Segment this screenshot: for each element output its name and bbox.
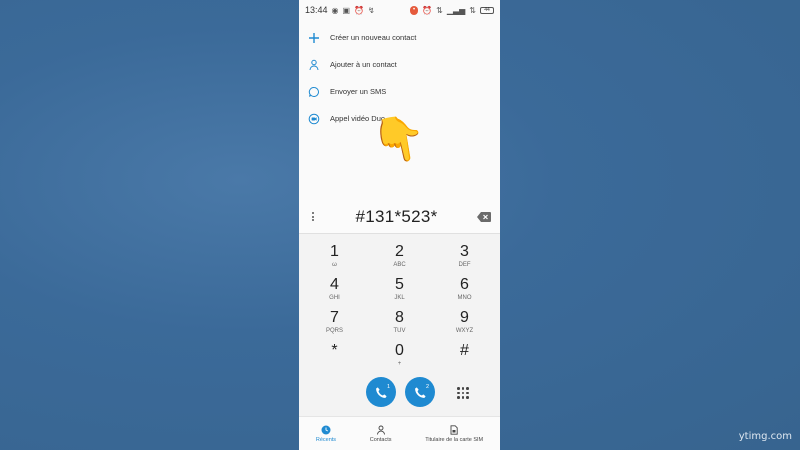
create-contact-action[interactable]: Créer un nouveau contact bbox=[299, 24, 500, 51]
pointing-hand-emoji: 👇 bbox=[368, 110, 431, 169]
status-badge-icon: • bbox=[410, 5, 419, 15]
call-sim1-button[interactable]: 1 bbox=[366, 377, 396, 407]
backspace-icon[interactable] bbox=[477, 211, 491, 222]
battery-icon: 44 bbox=[480, 6, 494, 14]
clock-icon bbox=[321, 425, 331, 434]
key-9[interactable]: 9 WXYZ bbox=[432, 306, 497, 339]
send-sms-action[interactable]: Envoyer un SMS bbox=[299, 78, 500, 105]
sim2-label: 2 bbox=[425, 384, 429, 390]
call-buttons-row: 1 2 bbox=[299, 375, 500, 409]
watermark: ytimg.com bbox=[738, 431, 792, 442]
message-icon bbox=[308, 86, 320, 98]
plus-icon bbox=[308, 32, 320, 44]
nav-label: Récents bbox=[315, 436, 337, 443]
number-display-row: #131*523* bbox=[299, 200, 500, 234]
action-label: Créer un nouveau contact bbox=[330, 33, 417, 42]
duo-video-icon bbox=[308, 113, 320, 125]
call-sim2-button[interactable]: 2 bbox=[405, 377, 435, 407]
nav-sim-owner[interactable]: Titulaire de la carte SIM bbox=[425, 424, 484, 443]
key-7[interactable]: 7 PQRS bbox=[302, 306, 367, 339]
key-8[interactable]: 8 TUV bbox=[367, 306, 432, 339]
key-star[interactable]: * bbox=[302, 339, 367, 372]
key-0[interactable]: 0 + bbox=[367, 339, 432, 372]
key-1[interactable]: 1ω bbox=[302, 240, 367, 273]
key-2[interactable]: 2 ABC bbox=[367, 240, 432, 273]
data-arrows-icon: ⇅ bbox=[436, 5, 443, 15]
nav-label: Contacts bbox=[369, 436, 392, 443]
signal-icon: ▁▃▅ bbox=[446, 5, 466, 15]
keypad: 1ω 2 ABC 3 DEF 4 GHI 5 JKL 6 MNO 7 PQRS 8 TUV 9… bbox=[299, 234, 500, 372]
dialer-panel: #131*523* 1ω 2 ABC 3 DEF 4 GHI 5 JKL 6 MNO 7P… bbox=[299, 200, 500, 450]
alarm-clock-icon: ⏰ bbox=[422, 5, 433, 15]
status-time: 13:44 bbox=[305, 5, 328, 15]
nav-contacts[interactable]: Contacts bbox=[370, 425, 392, 443]
dialed-number[interactable]: #131*523* bbox=[355, 207, 437, 227]
sim-card-icon bbox=[450, 424, 458, 435]
wifi-icon: ⇅ bbox=[469, 5, 476, 15]
bottom-navigation: Récents Contacts Titulaire de la carte S… bbox=[299, 416, 500, 450]
status-bar: 13:44 ◉ ▣ ⏰ ↯ • ⏰ ⇅ ▁▃▅ ⇅ 44 bbox=[299, 0, 500, 20]
notification-icon: ▣ bbox=[342, 5, 351, 15]
person-icon bbox=[376, 425, 385, 435]
signal-small-icon: ↯ bbox=[368, 5, 375, 15]
alarm-icon: ⏰ bbox=[354, 5, 365, 15]
key-hash[interactable]: # bbox=[432, 339, 497, 372]
sim1-label: 1 bbox=[386, 384, 390, 390]
location-icon: ◉ bbox=[331, 5, 339, 15]
nav-recents[interactable]: Récents bbox=[316, 425, 336, 443]
add-contact-icon bbox=[308, 59, 320, 71]
more-options-icon[interactable] bbox=[310, 212, 316, 221]
action-label: Ajouter à un contact bbox=[330, 60, 397, 69]
dialpad-toggle-icon[interactable] bbox=[457, 387, 469, 399]
phone-icon bbox=[375, 386, 387, 398]
key-4[interactable]: 4 GHI bbox=[302, 273, 367, 306]
add-to-contact-action[interactable]: Ajouter à un contact bbox=[299, 51, 500, 78]
key-5[interactable]: 5 JKL bbox=[367, 273, 432, 306]
voicemail-icon: ω bbox=[332, 262, 337, 268]
phone-screen: 13:44 ◉ ▣ ⏰ ↯ • ⏰ ⇅ ▁▃▅ ⇅ 44 Créer un no… bbox=[299, 0, 500, 450]
key-6[interactable]: 6 MNO bbox=[432, 273, 497, 306]
key-3[interactable]: 3 DEF bbox=[432, 240, 497, 273]
phone-icon bbox=[414, 386, 426, 398]
nav-label: Titulaire de la carte SIM bbox=[425, 436, 484, 443]
action-label: Envoyer un SMS bbox=[330, 87, 387, 96]
